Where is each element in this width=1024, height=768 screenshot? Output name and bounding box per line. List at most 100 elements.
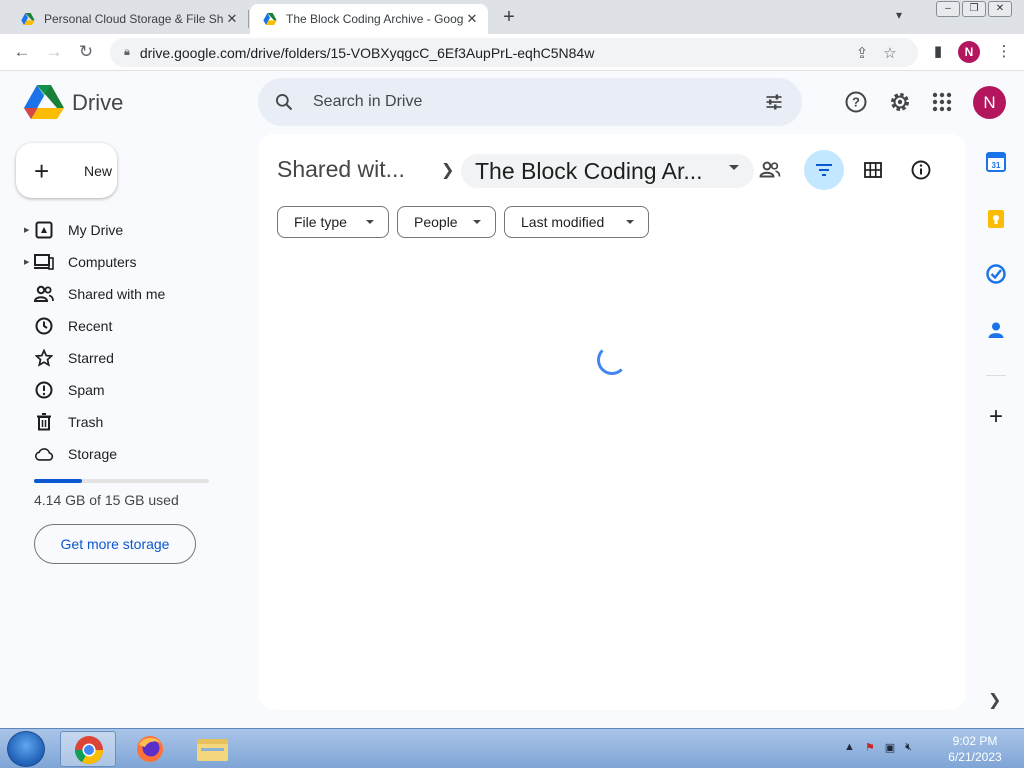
dropdown-arrow-icon [366, 220, 374, 224]
google-contacts-icon[interactable] [985, 319, 1007, 341]
start-button-windows-icon[interactable] [7, 731, 45, 767]
restore-icon[interactable]: ❐ [962, 1, 986, 17]
tab-title: Personal Cloud Storage & File Sh [44, 12, 224, 26]
sidebar-item-label: Computers [68, 254, 137, 270]
bookmark-star-icon[interactable]: ☆ [876, 44, 904, 62]
system-tray: ▲ ⚑ ▣ 🔇︎ [844, 741, 912, 754]
star-icon [34, 348, 54, 368]
storage-usage-fill [34, 479, 83, 483]
lock-icon[interactable]: 🔒︎ [124, 46, 130, 59]
expand-caret-icon[interactable]: ▶ [24, 226, 34, 234]
file-type-filter-chip[interactable]: File type [277, 206, 389, 238]
sidebar-item-recent[interactable]: Recent [24, 310, 244, 342]
taskbar-firefox-app[interactable] [122, 731, 178, 767]
windows-taskbar: ▲ ⚑ ▣ 🔇︎ 9:02 PM 6/21/2023 [0, 728, 1024, 768]
sidebar-item-starred[interactable]: Starred [24, 342, 244, 374]
breadcrumb-parent-shared-with-me[interactable]: Shared wit... [277, 156, 405, 183]
sidebar-item-trash[interactable]: Trash [24, 406, 244, 438]
forward-arrow-icon[interactable]: → [42, 40, 66, 64]
taskbar-clock[interactable]: 9:02 PM 6/21/2023 [940, 733, 1010, 765]
settings-gear-icon[interactable] [888, 90, 912, 114]
url-text[interactable]: drive.google.com/drive/folders/15-VOBXyq… [140, 45, 848, 61]
dropdown-arrow-icon [473, 220, 481, 224]
computers-icon [34, 252, 54, 272]
new-button[interactable]: + New [16, 143, 117, 198]
browser-toolbar: ← → ↻ 🔒︎ drive.google.com/drive/folders/… [0, 34, 1024, 71]
sidebar-item-label: Recent [68, 318, 113, 334]
sidebar-item-label: Storage [68, 446, 118, 462]
browser-profile-avatar[interactable]: N [958, 41, 980, 63]
browser-tab-strip: Personal Cloud Storage & File Sh ✕ The B… [0, 0, 1024, 34]
google-calendar-icon[interactable]: 31 [985, 151, 1007, 173]
manage-access-people-icon[interactable] [758, 158, 782, 182]
details-info-icon[interactable] [909, 158, 933, 182]
sidebar-item-spam[interactable]: Spam [24, 374, 244, 406]
people-filter-chip[interactable]: People [397, 206, 496, 238]
taskbar-chrome-app[interactable] [60, 731, 116, 767]
breadcrumb-current-folder[interactable]: The Block Coding Ar... [461, 154, 754, 188]
close-tab-icon[interactable]: ✕ [224, 11, 240, 27]
trash-icon [34, 412, 54, 432]
account-avatar[interactable]: N [973, 86, 1006, 119]
loading-spinner-icon [597, 345, 627, 375]
google-drive-logo-icon[interactable] [24, 84, 64, 120]
filter-list-icon[interactable] [812, 158, 836, 182]
svg-text:31: 31 [992, 161, 1001, 170]
folder-icon [197, 739, 228, 761]
expand-caret-icon[interactable]: ▶ [24, 258, 34, 266]
sidebar-item-label: Shared with me [68, 286, 166, 302]
address-bar[interactable]: 🔒︎ drive.google.com/drive/folders/15-VOB… [110, 38, 918, 67]
breadcrumb-chevron-right-icon: ❯ [441, 162, 455, 179]
google-tasks-icon[interactable] [985, 263, 1007, 285]
sidebar-item-storage[interactable]: Storage [24, 438, 244, 470]
new-tab-plus-icon[interactable]: + [498, 6, 520, 28]
get-add-ons-plus-icon[interactable]: + [985, 405, 1007, 429]
chip-label: Last modified [521, 214, 605, 230]
sidebar-item-label: Trash [68, 414, 104, 430]
sidebar-item-my-drive[interactable]: ▶ My Drive [24, 214, 244, 246]
network-icon[interactable]: ▣ [885, 741, 895, 754]
search-options-tune-icon[interactable] [764, 92, 784, 112]
reload-icon[interactable]: ↻ [74, 40, 98, 64]
shared-with-me-icon [34, 284, 54, 304]
current-folder-title[interactable]: The Block Coding Ar... [475, 158, 703, 185]
spam-icon [34, 380, 54, 400]
show-hidden-icons-arrow-icon[interactable]: ▲ [844, 741, 855, 754]
browser-tab-block-coding-archive[interactable]: The Block Coding Archive - Goog ✕ [250, 4, 488, 34]
sidebar-item-computers[interactable]: ▶ Computers [24, 246, 244, 278]
share-icon[interactable]: ⇪ [848, 44, 876, 62]
browser-menu-icon[interactable]: ⋮ [994, 40, 1014, 64]
back-arrow-icon[interactable]: ← [10, 40, 34, 64]
taskbar-file-explorer-app[interactable] [184, 731, 240, 767]
tab-search-chevron-icon[interactable]: ▾ [896, 8, 902, 22]
google-keep-icon[interactable] [985, 208, 1007, 230]
close-tab-icon[interactable]: ✕ [464, 11, 480, 27]
sidebar-item-shared-with-me[interactable]: Shared with me [24, 278, 244, 310]
search-icon[interactable] [274, 92, 294, 112]
volume-muted-icon[interactable]: 🔇︎ [905, 741, 912, 754]
side-panel-icon[interactable]: ▮ [928, 40, 948, 64]
close-window-icon[interactable]: ✕ [988, 1, 1012, 17]
search-input[interactable]: Search in Drive [313, 93, 422, 111]
action-center-flag-icon[interactable]: ⚑ [865, 741, 875, 754]
browser-tab-google-drive-home[interactable]: Personal Cloud Storage & File Sh ✕ [8, 4, 248, 34]
last-modified-filter-chip[interactable]: Last modified [504, 206, 649, 238]
hide-side-panel-chevron-icon[interactable]: ❯ [988, 690, 1001, 710]
google-apps-grid-icon[interactable] [930, 90, 954, 114]
grid-view-icon[interactable] [861, 158, 885, 182]
main-content-panel: Shared wit... ❯ The Block Coding Ar... F… [258, 134, 966, 710]
minimize-icon[interactable]: – [936, 1, 960, 17]
folder-menu-dropdown-icon[interactable] [729, 165, 739, 170]
search-bar[interactable]: Search in Drive [258, 78, 802, 126]
tab-title: The Block Coding Archive - Goog [286, 12, 464, 26]
my-drive-icon [34, 220, 54, 240]
clock-icon [34, 316, 54, 336]
google-drive-favicon-icon [263, 13, 277, 25]
clock-time: 9:02 PM [952, 734, 998, 748]
app-name[interactable]: Drive [72, 90, 123, 116]
side-panel-divider [986, 375, 1006, 376]
clock-date: 6/21/2023 [948, 750, 1002, 764]
get-more-storage-button[interactable]: Get more storage [34, 524, 196, 564]
chip-label: People [414, 214, 458, 230]
help-icon[interactable]: ? [844, 90, 868, 114]
